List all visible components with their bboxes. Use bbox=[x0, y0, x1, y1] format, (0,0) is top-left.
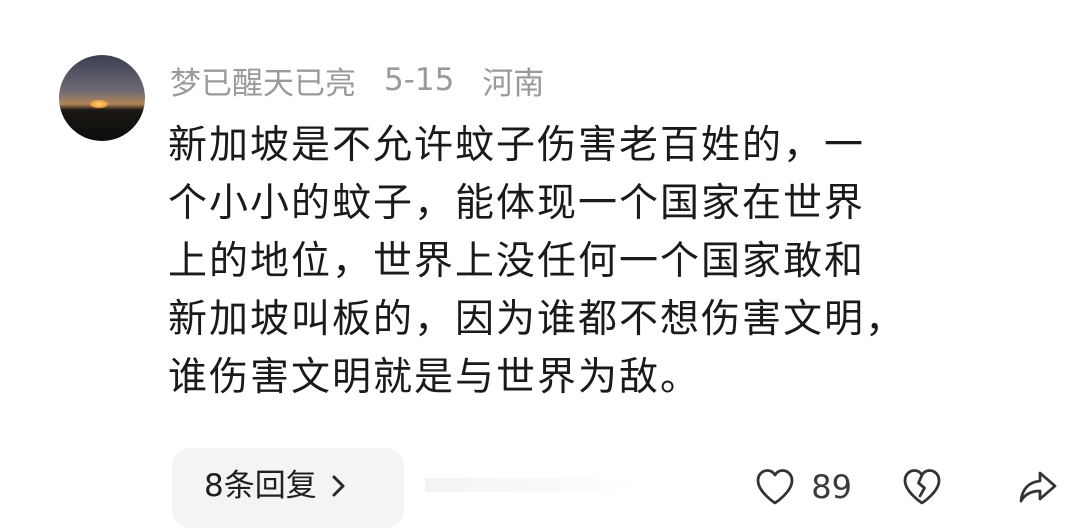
broken-heart-icon[interactable] bbox=[900, 465, 944, 509]
comment-actions: 89 bbox=[753, 462, 1060, 512]
comment-line: 谁伤害文明就是与世界为敌。 bbox=[168, 355, 702, 400]
comment-text: 新加坡是不允许蚊子伤害老百姓的，一 个小小的蚊子，能体现一个国家在世界 上的地位… bbox=[168, 117, 1038, 407]
divider-fade bbox=[425, 478, 640, 492]
comment-line: 个小小的蚊子，能体现一个国家在世界 bbox=[168, 181, 866, 226]
share-arrow-icon[interactable] bbox=[1016, 465, 1060, 509]
comment-line: 新加坡是不允许蚊子伤害老百姓的，一 bbox=[168, 123, 866, 168]
username[interactable]: 梦已醒天已亮 bbox=[170, 58, 356, 103]
replies-label: 8条回复 bbox=[204, 468, 317, 504]
like-group: 89 bbox=[753, 462, 852, 512]
comment-location: 河南 bbox=[482, 65, 545, 102]
avatar[interactable] bbox=[59, 55, 145, 141]
sunset-graphic bbox=[90, 100, 108, 108]
comment-meta: 梦已醒天已亮 5-15 河南 bbox=[170, 58, 544, 102]
comment-line: 上的地位，世界上没任何一个国家敢和 bbox=[168, 239, 866, 284]
like-count: 89 bbox=[811, 468, 852, 506]
comment-date: 5-15 bbox=[384, 62, 455, 98]
heart-outline-icon[interactable] bbox=[753, 465, 797, 509]
replies-button[interactable]: 8条回复 bbox=[172, 448, 404, 528]
chevron-right-icon bbox=[332, 475, 345, 497]
comment-line: 新加坡叫板的，因为谁都不想伤害文明， bbox=[168, 297, 907, 342]
